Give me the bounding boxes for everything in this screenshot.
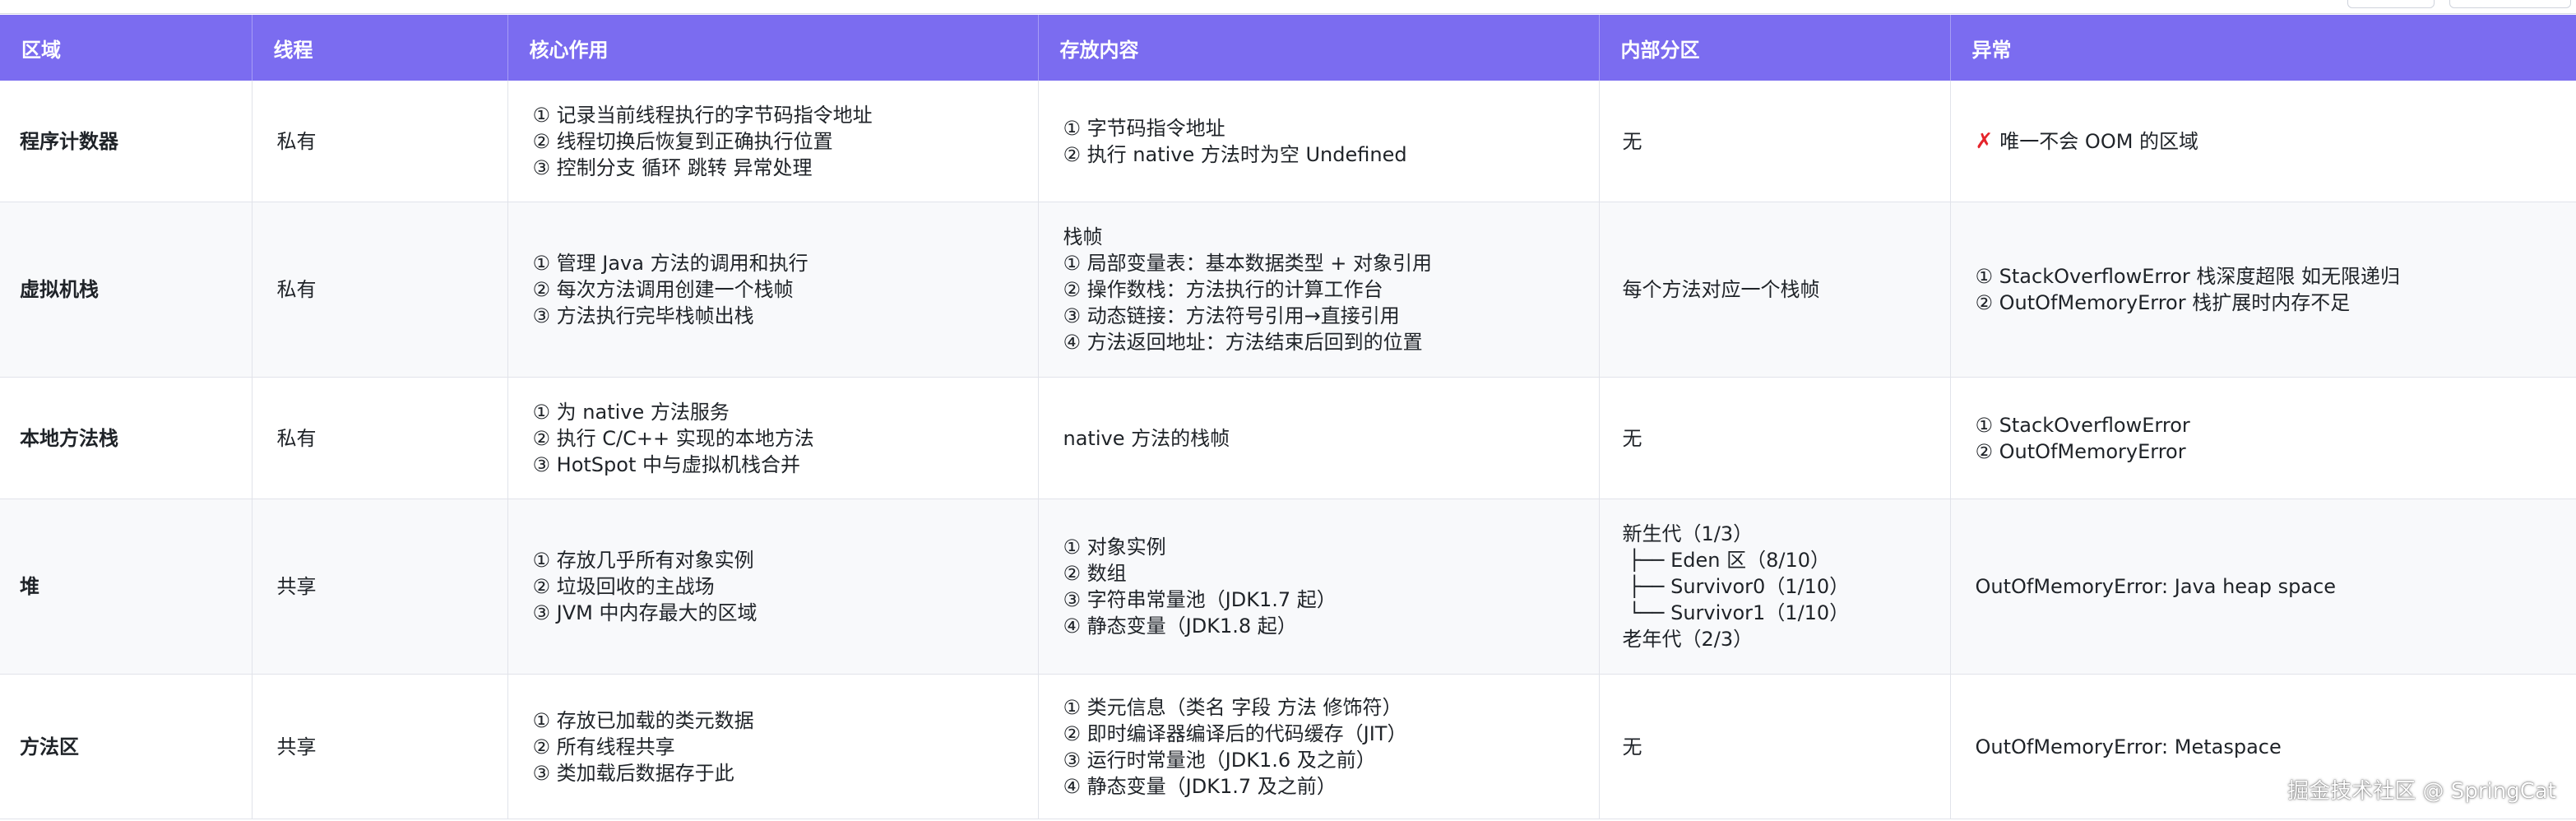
role-line: ① 为 native 方法服务 [532, 400, 730, 424]
role-line: ① 存放几乎所有对象实例 [532, 549, 754, 572]
role-cell: ① 为 native 方法服务 ② 执行 C/C++ 实现的本地方法 ③ Hot… [507, 377, 1039, 499]
region-cell: 本地方法栈 [0, 377, 253, 499]
table-row: 程序计数器 私有 ① 记录当前线程执行的字节码指令地址 ② 线程切换后恢复到正确… [0, 81, 2576, 202]
role-line: ① 管理 Java 方法的调用和执行 [532, 252, 808, 275]
partition-line: 每个方法对应一个栈帧 [1622, 278, 1820, 301]
role-line: ② 所有线程共享 [532, 735, 675, 758]
contents-line: ④ 方法返回地址：方法结束后回到的位置 [1063, 331, 1423, 354]
exception-line: ② OutOfMemoryError 栈扩展时内存不足 [1975, 291, 2351, 314]
exception-line: 唯一不会 OOM 的区域 [1999, 129, 2199, 153]
contents-line: ① 类元信息（类名 字段 方法 修饰符） [1063, 695, 1402, 719]
region-cell: 堆 [0, 499, 253, 675]
role-line: ② 每次方法调用创建一个栈帧 [532, 278, 794, 301]
role-line: ② 线程切换后恢复到正确执行位置 [532, 129, 833, 153]
thread-cell: 共享 [252, 674, 508, 819]
contents-line: ④ 静态变量（JDK1.7 及之前） [1063, 774, 1337, 798]
cross-icon: ✗ [1975, 128, 1994, 154]
partitions-cell: 每个方法对应一个栈帧 [1599, 202, 1951, 378]
contents-cell: native 方法的栈帧 [1038, 377, 1600, 499]
exception-line: ① StackOverflowError [1975, 413, 2190, 437]
region-cell: 虚拟机栈 [0, 202, 253, 378]
role-line: ② 执行 C/C++ 实现的本地方法 [532, 426, 814, 450]
contents-line: ① 局部变量表：基本数据类型 + 对象引用 [1063, 252, 1433, 275]
table-row: 堆 共享 ① 存放几乎所有对象实例 ② 垃圾回收的主战场 ③ JVM 中内存最大… [0, 499, 2576, 675]
role-cell: ① 管理 Java 方法的调用和执行 ② 每次方法调用创建一个栈帧 ③ 方法执行… [507, 202, 1039, 378]
top-toolbar-strip [0, 0, 2576, 14]
partition-line: └── Survivor1（1/10） [1622, 601, 1850, 624]
role-line: ① 存放已加载的类元数据 [532, 708, 754, 732]
contents-line: ② 执行 native 方法时为空 Undefined [1063, 142, 1407, 166]
partition-line: ├── Eden 区（8/10） [1622, 549, 1831, 572]
thread-cell: 私有 [252, 81, 508, 202]
exceptions-cell: ✗ 唯一不会 OOM 的区域 [1950, 81, 2576, 202]
role-cell: ① 存放已加载的类元数据 ② 所有线程共享 ③ 类加载后数据存于此 [507, 674, 1039, 819]
role-line: ③ JVM 中内存最大的区域 [532, 601, 758, 624]
table-row: 方法区 共享 ① 存放已加载的类元数据 ② 所有线程共享 ③ 类加载后数据存于此… [0, 674, 2576, 819]
thread-cell: 私有 [252, 377, 508, 499]
header-region: 区域 [0, 15, 253, 81]
header-contents: 存放内容 [1038, 15, 1600, 81]
role-cell: ① 记录当前线程执行的字节码指令地址 ② 线程切换后恢复到正确执行位置 ③ 控制… [507, 81, 1039, 202]
region-cell: 方法区 [0, 674, 253, 819]
contents-line: ② 数组 [1063, 562, 1127, 585]
partition-line: ├── Survivor0（1/10） [1622, 575, 1850, 598]
partition-line: 无 [1622, 426, 1642, 450]
thread-cell: 私有 [252, 202, 508, 378]
contents-cell: ① 类元信息（类名 字段 方法 修饰符） ② 即时编译器编译后的代码缓存（JIT… [1038, 674, 1600, 819]
toolbar-button[interactable] [2347, 0, 2435, 8]
partitions-cell: 无 [1599, 674, 1951, 819]
role-cell: ① 存放几乎所有对象实例 ② 垃圾回收的主战场 ③ JVM 中内存最大的区域 [507, 499, 1039, 675]
role-line: ③ 控制分支 循环 跳转 异常处理 [532, 155, 813, 179]
exception-line: OutOfMemoryError: Metaspace [1975, 735, 2282, 758]
role-line: ③ 方法执行完毕栈帧出栈 [532, 304, 754, 327]
table-header-row: 区域 线程 核心作用 存放内容 内部分区 异常 [0, 15, 2576, 81]
partition-line: 老年代（2/3） [1622, 628, 1754, 651]
partitions-cell: 无 [1599, 377, 1951, 499]
page: 区域 线程 核心作用 存放内容 内部分区 异常 程序计数器 私有 ① 记录当前线… [0, 0, 2576, 821]
contents-line: native 方法的栈帧 [1063, 426, 1230, 450]
header-core-role: 核心作用 [507, 15, 1039, 81]
table-row: 虚拟机栈 私有 ① 管理 Java 方法的调用和执行 ② 每次方法调用创建一个栈… [0, 202, 2576, 378]
contents-cell: ① 字节码指令地址 ② 执行 native 方法时为空 Undefined [1038, 81, 1600, 202]
exception-line: ① StackOverflowError 栈深度超限 如无限递归 [1975, 265, 2401, 288]
role-line: ③ HotSpot 中与虚拟机栈合并 [532, 452, 800, 476]
contents-line: ② 操作数栈：方法执行的计算工作台 [1063, 278, 1383, 301]
partitions-cell: 新生代（1/3） ├── Eden 区（8/10） ├── Survivor0（… [1599, 499, 1951, 675]
role-line: ③ 类加载后数据存于此 [532, 761, 734, 785]
contents-line: ① 字节码指令地址 [1063, 116, 1225, 140]
table-row: 本地方法栈 私有 ① 为 native 方法服务 ② 执行 C/C++ 实现的本… [0, 377, 2576, 499]
contents-line: ④ 静态变量（JDK1.8 起） [1063, 615, 1297, 638]
contents-line: ③ 动态链接：方法符号引用→直接引用 [1063, 304, 1400, 327]
exceptions-cell: ① StackOverflowError 栈深度超限 如无限递归 ② OutOf… [1950, 202, 2576, 378]
contents-line: 栈帧 [1063, 225, 1103, 248]
partition-line: 无 [1622, 735, 1642, 758]
contents-line: ③ 字符串常量池（JDK1.7 起） [1063, 588, 1337, 611]
contents-line: ① 对象实例 [1063, 536, 1166, 559]
header-thread: 线程 [252, 15, 508, 81]
partition-line: 新生代（1/3） [1622, 522, 1754, 545]
toolbar-button[interactable] [2449, 0, 2571, 8]
header-partitions: 内部分区 [1599, 15, 1951, 81]
contents-cell: 栈帧 ① 局部变量表：基本数据类型 + 对象引用 ② 操作数栈：方法执行的计算工… [1038, 202, 1600, 378]
contents-line: ③ 运行时常量池（JDK1.6 及之前） [1063, 748, 1376, 772]
contents-cell: ① 对象实例 ② 数组 ③ 字符串常量池（JDK1.7 起） ④ 静态变量（JD… [1038, 499, 1600, 675]
exceptions-cell: OutOfMemoryError: Java heap space [1950, 499, 2576, 675]
jvm-memory-regions-table: 区域 线程 核心作用 存放内容 内部分区 异常 程序计数器 私有 ① 记录当前线… [0, 15, 2576, 819]
exception-line: ② OutOfMemoryError [1975, 439, 2186, 463]
exception-line: OutOfMemoryError: Java heap space [1975, 575, 2337, 598]
exceptions-cell: ① StackOverflowError ② OutOfMemoryError [1950, 377, 2576, 499]
region-cell: 程序计数器 [0, 81, 253, 202]
thread-cell: 共享 [252, 499, 508, 675]
contents-line: ② 即时编译器编译后的代码缓存（JIT） [1063, 721, 1407, 745]
role-line: ① 记录当前线程执行的字节码指令地址 [532, 103, 873, 127]
watermark: 掘金技术社区 @ SpringCat [2287, 779, 2556, 804]
role-line: ② 垃圾回收的主战场 [532, 575, 715, 598]
partition-line: 无 [1622, 129, 1642, 153]
header-exceptions: 异常 [1950, 15, 2576, 81]
partitions-cell: 无 [1599, 81, 1951, 202]
